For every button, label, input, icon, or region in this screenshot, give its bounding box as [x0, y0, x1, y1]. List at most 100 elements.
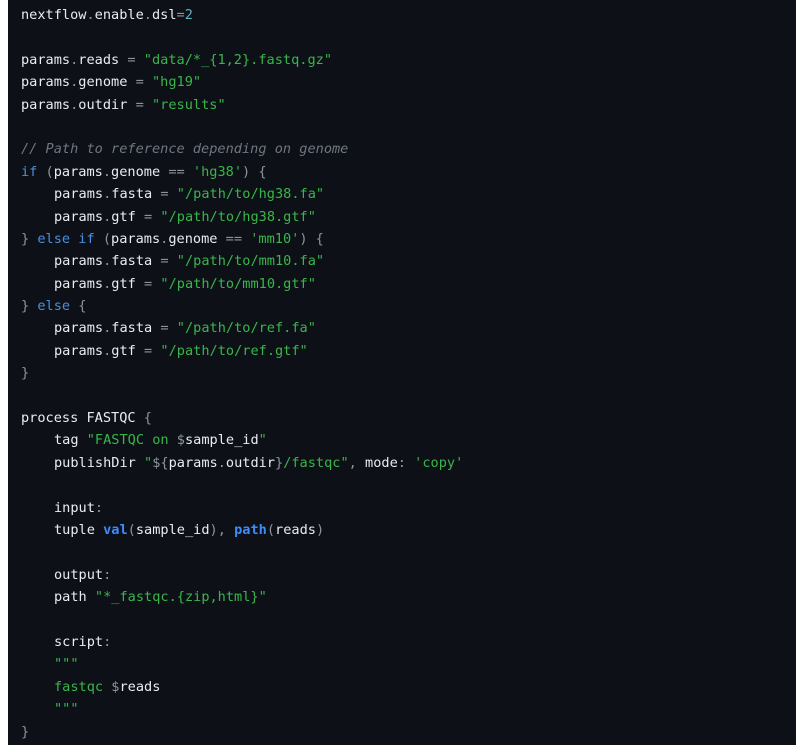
code-token: params: [54, 320, 104, 337]
code-token: genome: [111, 163, 161, 180]
code-token: "results": [151, 96, 226, 113]
code-line: script:: [21, 631, 463, 653]
code-line: tag "FASTQC on $sample_id": [21, 429, 463, 451]
code-token: nextflow: [21, 7, 87, 23]
code-token: :: [94, 499, 104, 516]
code-token: =: [119, 51, 144, 68]
code-line: params.reads = "data/*_{1,2}.fastq.gz": [21, 49, 463, 71]
code-line: }: [21, 721, 463, 743]
code-line: } else {: [21, 295, 463, 317]
code-token: else if: [37, 230, 95, 247]
code-line: params.fasta = "/path/to/ref.fa": [21, 317, 463, 339]
code-token: reads: [78, 51, 120, 68]
code-line: params.fasta = "/path/to/hg38.fa": [21, 183, 463, 205]
code-line: tuple val(sample_id), path(reads): [21, 519, 463, 541]
code-token: .: [86, 7, 95, 23]
code-token: =: [152, 186, 177, 203]
code-token: params: [54, 253, 104, 270]
code-token: :: [103, 566, 112, 583]
code-token: else: [37, 298, 71, 315]
code-token: ): [315, 521, 325, 538]
code-line: input:: [21, 497, 463, 519]
code-token: publishDir: [54, 454, 145, 471]
code-token: output: [54, 566, 104, 583]
code-token: params: [111, 230, 161, 247]
code-line: }: [21, 362, 463, 384]
code-token: sample_id: [135, 521, 210, 538]
code-token: // Path to reference depending on genome: [21, 141, 349, 158]
code-token: genome: [78, 74, 128, 91]
code-token: fastqc: [54, 678, 112, 695]
code-token: params: [53, 163, 103, 180]
code-token: tag: [54, 432, 87, 449]
code-token: =: [127, 96, 152, 113]
code-token: :: [103, 633, 112, 650]
code-token: params: [21, 74, 71, 91]
code-token: ) {: [242, 163, 267, 180]
code-token: =: [135, 275, 161, 292]
code-token: params: [54, 186, 104, 203]
code-token: "/path/to/ref.gtf": [160, 342, 308, 359]
code-token: =: [152, 320, 177, 337]
code-token: params: [168, 454, 218, 471]
code-token: =: [135, 208, 161, 225]
code-line: fastqc $reads: [21, 676, 463, 698]
code-token: path: [54, 589, 95, 606]
code-token: "data/*_{1,2}.fastq.gz": [143, 51, 333, 68]
code-token: =: [152, 253, 177, 270]
code-token: reads: [275, 521, 316, 538]
code-token: "/path/to/ref.fa": [176, 320, 316, 337]
code-token: }: [21, 365, 30, 382]
code-token: """: [54, 656, 79, 673]
code-token: =: [135, 342, 161, 359]
code-token: .: [102, 163, 112, 180]
code-token: "/path/to/mm10.fa": [176, 253, 325, 270]
code-token: =: [176, 7, 185, 23]
code-token: (: [37, 163, 54, 180]
code-token: input: [54, 499, 95, 516]
code-token: 2: [184, 7, 193, 23]
code-line: params.outdir = "results": [21, 94, 463, 116]
code-line: params.genome = "hg19": [21, 71, 463, 93]
code-token: {: [70, 298, 87, 315]
code-line: """: [21, 698, 463, 720]
code-token: "/path/to/mm10.gtf": [160, 275, 316, 292]
code-token: outdir: [225, 454, 275, 471]
code-token: ": [258, 432, 267, 449]
code-token: 'hg38': [192, 163, 243, 180]
code-line: process FASTQC {: [21, 407, 463, 429]
code-line: } else if (params.genome == 'mm10') {: [21, 228, 463, 250]
code-token: enable: [94, 7, 144, 23]
code-token: ${: [152, 454, 169, 471]
code-token: script: [54, 633, 104, 650]
code-line: params.gtf = "/path/to/mm10.gtf": [21, 273, 463, 295]
code-token: $: [176, 432, 185, 449]
code-line: // Path to reference depending on genome: [21, 138, 463, 160]
code-token: .: [217, 454, 226, 471]
code-line: """: [21, 653, 463, 675]
code-token: gtf: [111, 275, 136, 292]
code-content: nextflow.enable.dsl=2 params.reads = "da…: [21, 4, 463, 743]
code-token: val: [103, 521, 128, 538]
code-token: params: [21, 51, 71, 68]
code-token: """: [54, 701, 79, 718]
code-token: "FASTQC on: [86, 432, 177, 449]
code-token: /fastqc": [283, 454, 349, 471]
code-line: output:: [21, 564, 463, 586]
code-token: ),: [209, 521, 235, 538]
code-token: sample_id: [184, 432, 259, 449]
code-token: }: [21, 230, 38, 247]
code-token: "/path/to/hg38.fa": [176, 186, 325, 203]
code-token: gtf: [111, 342, 136, 359]
code-line: if (params.genome == 'hg38') {: [21, 161, 463, 183]
code-token: outdir: [78, 96, 128, 113]
code-token: mode: [365, 454, 398, 471]
code-token: reads: [119, 678, 161, 695]
code-token: }: [21, 723, 30, 740]
code-token: ,: [348, 454, 366, 471]
